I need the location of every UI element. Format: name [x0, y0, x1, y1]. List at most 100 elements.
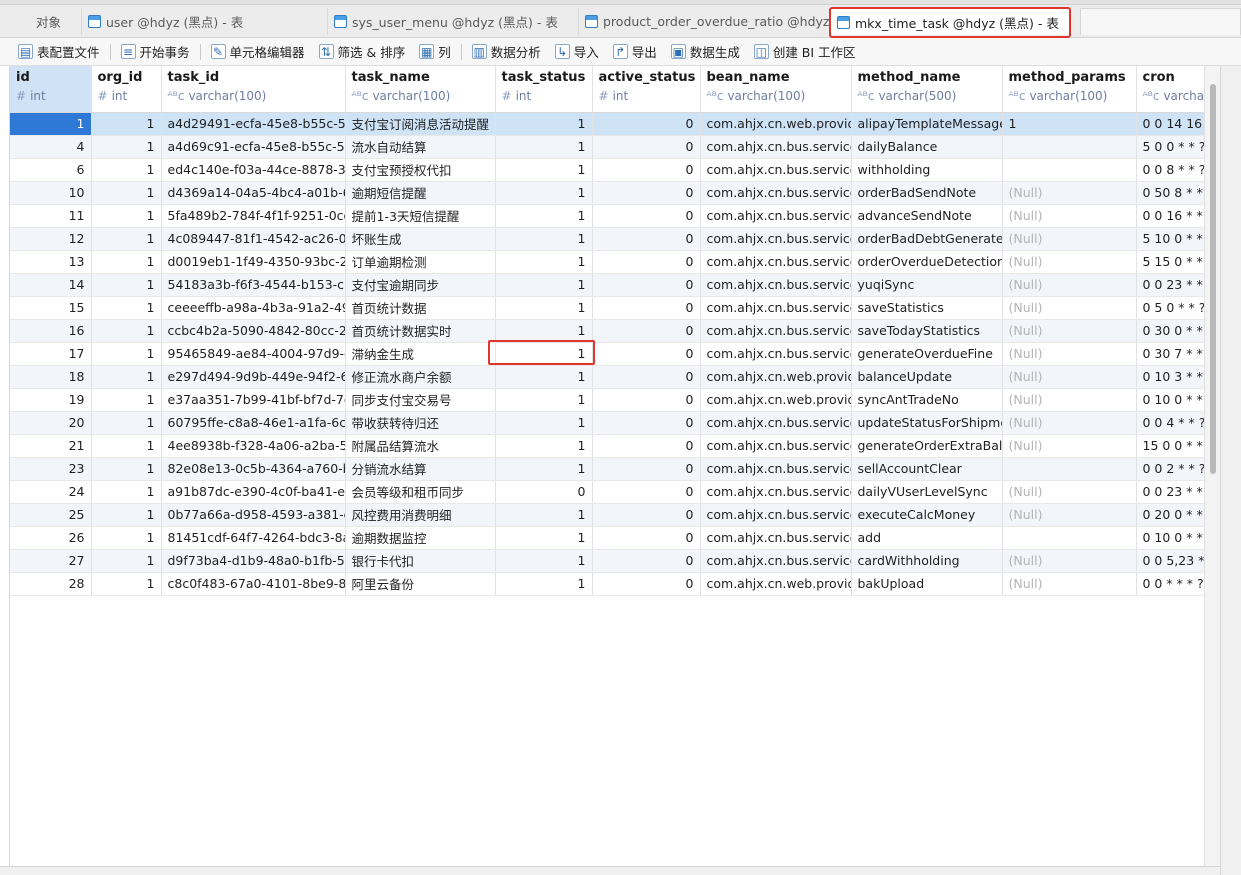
cell-task-id[interactable]: 82e08e13-0c5b-4364-a760-b — [161, 457, 346, 481]
cell-cron[interactable]: 5 0 0 * * ? — [1136, 135, 1204, 159]
cell-id[interactable]: 11 — [10, 204, 92, 228]
cell-bean-name[interactable]: com.ahjx.cn.web.provide — [700, 388, 852, 412]
cell-bean-name[interactable]: com.ahjx.cn.bus.service.i — [700, 319, 852, 343]
cell-task-name[interactable]: 银行卡代扣 — [345, 549, 496, 573]
cell-bean-name[interactable]: com.ahjx.cn.bus.service.i — [700, 480, 852, 504]
cell-active-status[interactable]: 0 — [592, 572, 701, 596]
cell-method-params[interactable]: (Null) — [1002, 572, 1137, 596]
cell-method-name[interactable]: dailyVUserLevelSync — [851, 480, 1003, 504]
cell-task-name[interactable]: 支付宝订阅消息活动提醒 — [345, 112, 496, 136]
cell-active-status[interactable]: 0 — [592, 411, 701, 435]
cell-task-status[interactable]: 1 — [495, 388, 593, 412]
column-header-method-params[interactable]: method_params ᴬᴮc varchar(100) — [1002, 66, 1137, 113]
cell-method-name[interactable]: cardWithholding — [851, 549, 1003, 573]
cell-task-name[interactable]: 修正流水商户余额 — [345, 365, 496, 389]
cell-method-params[interactable]: (Null) — [1002, 273, 1137, 297]
cell-method-params[interactable]: (Null) — [1002, 480, 1137, 504]
cell-task-status[interactable]: 1 — [495, 112, 593, 136]
cell-cron[interactable]: 0 0 16 * * ? — [1136, 204, 1204, 228]
cell-bean-name[interactable]: com.ahjx.cn.bus.service.i — [700, 526, 852, 550]
cell-cron[interactable]: 0 10 0 * * ? — [1136, 526, 1204, 550]
cell-cron[interactable]: 0 0 5,23 * * ? — [1136, 549, 1204, 573]
cell-task-id[interactable]: 81451cdf-64f7-4264-bdc3-8a — [161, 526, 346, 550]
cell-task-id[interactable]: a91b87dc-e390-4c0f-ba41-ed — [161, 480, 346, 504]
tab-product-order-overdue-ratio-table[interactable]: product_order_overdue_ratio @hdyz... — [579, 8, 830, 35]
cell-org-id[interactable]: 1 — [91, 365, 162, 389]
cell-org-id[interactable]: 1 — [91, 319, 162, 343]
cell-task-name[interactable]: 逾期短信提醒 — [345, 181, 496, 205]
cell-task-name[interactable]: 首页统计数据 — [345, 296, 496, 320]
cell-org-id[interactable]: 1 — [91, 526, 162, 550]
cell-method-name[interactable]: executeCalcMoney — [851, 503, 1003, 527]
cell-bean-name[interactable]: com.ahjx.cn.web.provide — [700, 572, 852, 596]
cell-bean-name[interactable]: com.ahjx.cn.bus.service.i — [700, 503, 852, 527]
cell-active-status[interactable]: 0 — [592, 549, 701, 573]
cell-task-id[interactable]: 0b77a66a-d958-4593-a381-c — [161, 503, 346, 527]
cell-task-id[interactable]: d9f73ba4-d1b9-48a0-b1fb-5c — [161, 549, 346, 573]
cell-active-status[interactable]: 0 — [592, 457, 701, 481]
cell-cron[interactable]: 0 0 23 * * ? — [1136, 273, 1204, 297]
cell-method-params[interactable]: (Null) — [1002, 503, 1137, 527]
table-config-button[interactable]: ▤ 表配置文件 — [14, 41, 104, 63]
cell-task-name[interactable]: 阿里云备份 — [345, 572, 496, 596]
cell-method-name[interactable]: balanceUpdate — [851, 365, 1003, 389]
cell-cron[interactable]: 5 10 0 * * ? — [1136, 227, 1204, 251]
cell-org-id[interactable]: 1 — [91, 273, 162, 297]
data-analysis-button[interactable]: ▥ 数据分析 — [468, 41, 545, 63]
table-row[interactable]: 17 1 95465849-ae84-4004-97d9-ee 滞纳金生成 1 0 com.… — [10, 342, 1204, 366]
cell-task-status[interactable]: 1 — [495, 135, 593, 159]
cell-cron[interactable]: 5 15 0 * * ? — [1136, 250, 1204, 274]
cell-method-name[interactable]: add — [851, 526, 1003, 550]
cell-active-status[interactable]: 0 — [592, 319, 701, 343]
scrollbar-thumb[interactable] — [1210, 84, 1216, 474]
cell-task-name[interactable]: 滞纳金生成 — [345, 342, 496, 366]
cell-task-status[interactable]: 1 — [495, 250, 593, 274]
cell-task-name[interactable]: 支付宝预授权代扣 — [345, 158, 496, 182]
column-header-task-name[interactable]: task_name ᴬᴮc varchar(100) — [345, 66, 496, 113]
cell-method-name[interactable]: orderBadSendNote — [851, 181, 1003, 205]
cell-method-params[interactable]: (Null) — [1002, 411, 1137, 435]
tab-user-table[interactable]: user @hdyz (黑点) - 表 — [82, 8, 328, 35]
column-header-cron[interactable]: cron ᴬᴮc varcha — [1136, 66, 1204, 113]
cell-method-params[interactable]: (Null) — [1002, 204, 1137, 228]
cell-id[interactable]: 25 — [10, 503, 92, 527]
cell-task-name[interactable]: 提前1-3天短信提醒 — [345, 204, 496, 228]
cell-id[interactable]: 13 — [10, 250, 92, 274]
cell-task-status[interactable]: 1 — [495, 526, 593, 550]
cell-bean-name[interactable]: com.ahjx.cn.bus.service.i — [700, 250, 852, 274]
cell-org-id[interactable]: 1 — [91, 503, 162, 527]
cell-method-name[interactable]: sellAccountClear — [851, 457, 1003, 481]
cell-bean-name[interactable]: com.ahjx.cn.bus.service.i — [700, 434, 852, 458]
cell-task-status[interactable]: 1 — [495, 365, 593, 389]
cell-org-id[interactable]: 1 — [91, 411, 162, 435]
cell-task-id[interactable]: a4d69c91-ecfa-45e8-b55c-58 — [161, 135, 346, 159]
data-generation-button[interactable]: ▣ 数据生成 — [667, 41, 744, 63]
cell-active-status[interactable]: 0 — [592, 388, 701, 412]
cell-org-id[interactable]: 1 — [91, 204, 162, 228]
cell-bean-name[interactable]: com.ahjx.cn.bus.service.i — [700, 227, 852, 251]
table-row[interactable]: 6 1 ed4c140e-f03a-44ce-8878-3d 支付宝预授权代扣 1 0 co… — [10, 158, 1204, 182]
columns-button[interactable]: ▦ 列 — [415, 41, 455, 63]
cell-method-params[interactable]: (Null) — [1002, 342, 1137, 366]
cell-id[interactable]: 17 — [10, 342, 92, 366]
cell-method-name[interactable]: orderOverdueDetection — [851, 250, 1003, 274]
table-row[interactable]: 20 1 60795ffe-c8a8-46e1-a1fa-6ce 带收获转待归还 1 0 c… — [10, 411, 1204, 435]
cell-method-name[interactable]: orderBadDebtGenerate — [851, 227, 1003, 251]
cell-task-status[interactable]: 1 — [495, 296, 593, 320]
tab-objects[interactable]: 对象 — [14, 8, 82, 35]
cell-id[interactable]: 16 — [10, 319, 92, 343]
cell-method-params[interactable]: (Null) — [1002, 365, 1137, 389]
cell-method-name[interactable]: updateStatusForShipment — [851, 411, 1003, 435]
cell-task-name[interactable]: 逾期数据监控 — [345, 526, 496, 550]
cell-method-name[interactable]: yuqiSync — [851, 273, 1003, 297]
column-header-id[interactable]: id # int — [10, 66, 92, 113]
cell-task-id[interactable]: e297d494-9d9b-449e-94f2-69 — [161, 365, 346, 389]
cell-active-status[interactable]: 0 — [592, 204, 701, 228]
cell-active-status[interactable]: 0 — [592, 503, 701, 527]
cell-active-status[interactable]: 0 — [592, 135, 701, 159]
table-row[interactable]: 24 1 a91b87dc-e390-4c0f-ba41-ed 会员等级和租币同步 0 0… — [10, 480, 1204, 504]
cell-method-params[interactable] — [1002, 457, 1137, 481]
cell-task-status[interactable]: 1 — [495, 319, 593, 343]
cell-task-name[interactable]: 分销流水结算 — [345, 457, 496, 481]
cell-task-name[interactable]: 支付宝逾期同步 — [345, 273, 496, 297]
